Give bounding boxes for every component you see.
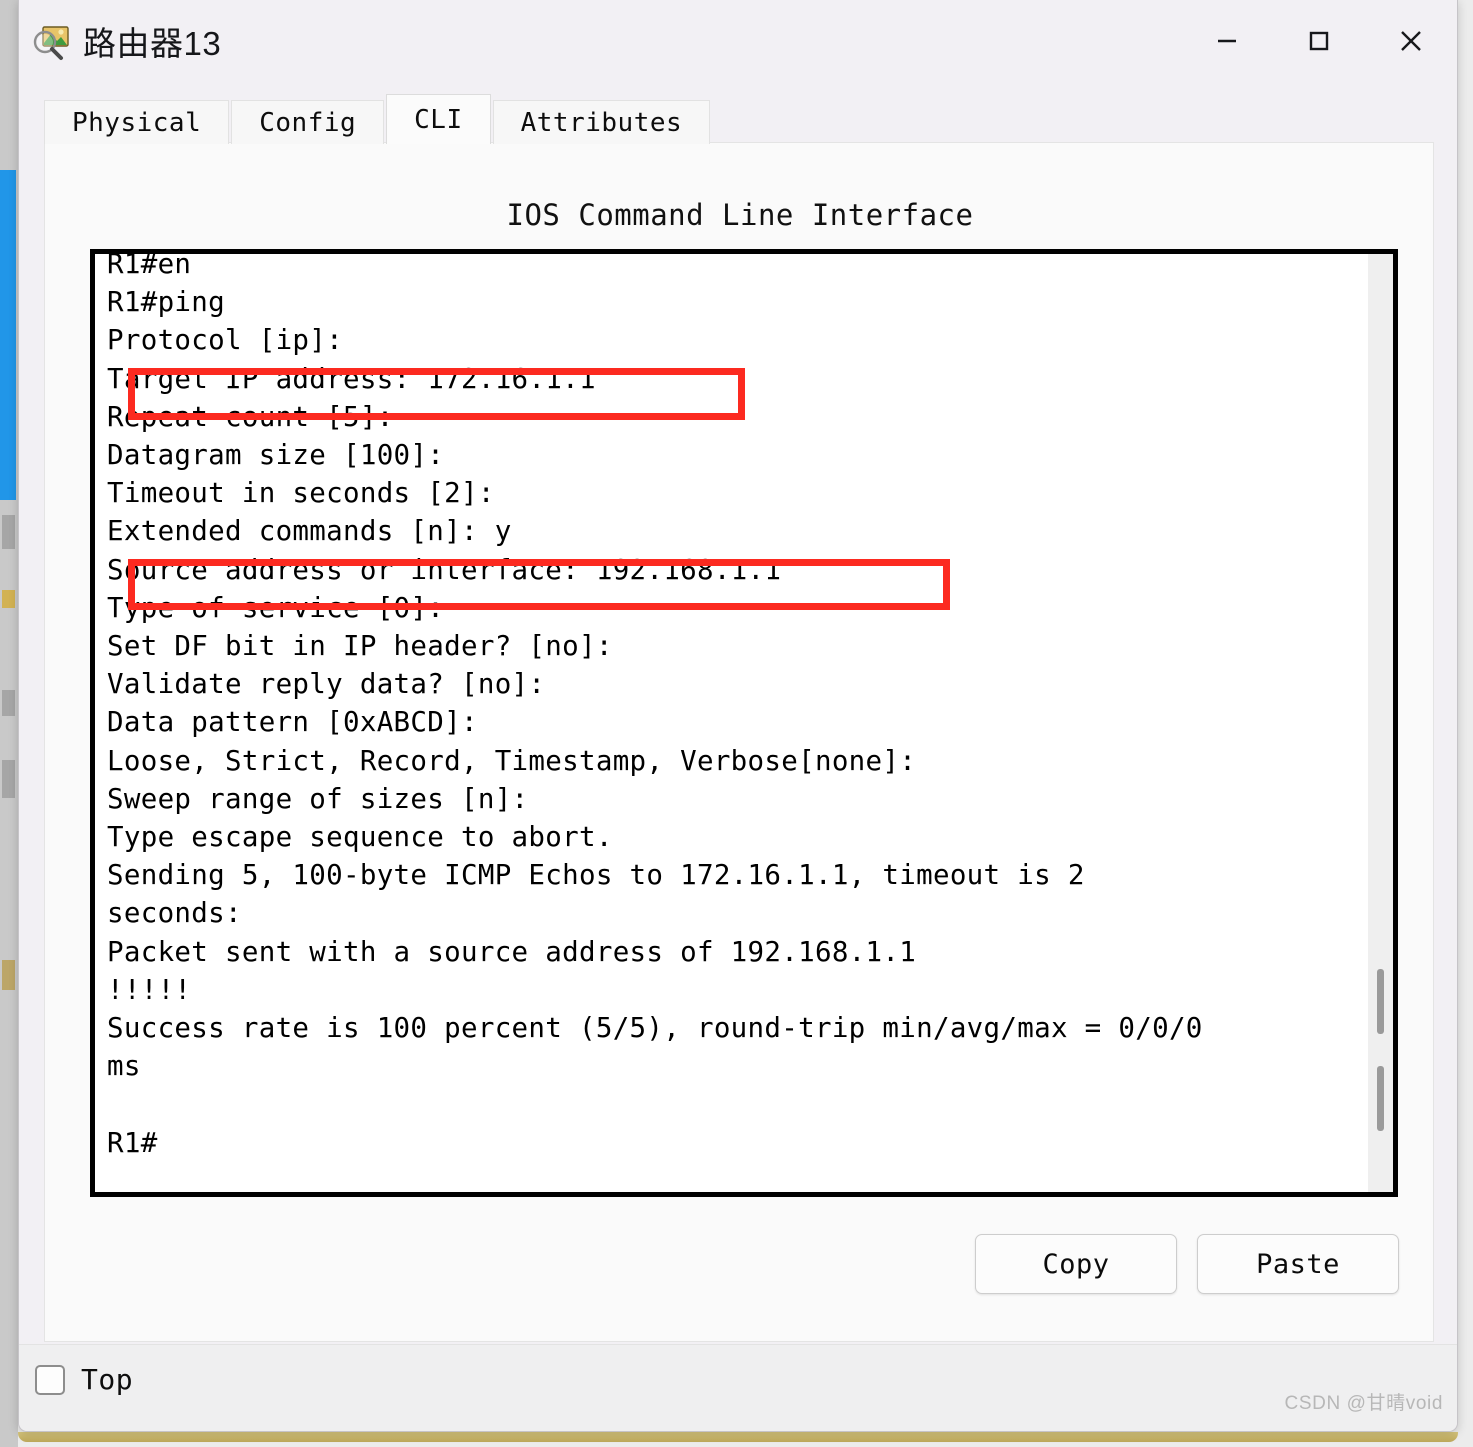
minimize-icon (1218, 39, 1236, 42)
csdn-watermark: CSDN @甘晴void (1284, 1393, 1443, 1414)
router-dialog-window: 路由器13 Physical Config CLI Attributes IOS… (18, 0, 1458, 1432)
close-button[interactable] (1365, 0, 1457, 81)
maximize-button[interactable] (1273, 0, 1365, 81)
inspect-magnifier-icon (31, 21, 71, 61)
maximize-icon (1309, 31, 1329, 50)
background-app-content-c (2, 690, 15, 716)
cli-scrollbar[interactable] (1368, 254, 1393, 1192)
cli-output-text: R1#en R1#ping Protocol [ip]: Target IP a… (107, 249, 1203, 1159)
top-checkbox-label: Top (81, 1363, 134, 1396)
window-bottom-bar: Top CSDN @甘晴void (19, 1344, 1457, 1431)
close-icon (1401, 30, 1421, 51)
minimize-button[interactable] (1181, 0, 1273, 81)
cli-scrollbar-thumb-upper[interactable] (1377, 969, 1384, 1034)
tab-cli[interactable]: CLI (386, 94, 491, 144)
top-checkbox-row[interactable]: Top (35, 1363, 133, 1396)
tab-attributes[interactable]: Attributes (492, 100, 711, 144)
copy-button[interactable]: Copy (975, 1234, 1177, 1294)
paste-button[interactable]: Paste (1197, 1234, 1399, 1294)
cli-tab-panel: IOS Command Line Interface R1#en R1#ping… (44, 142, 1434, 1342)
cli-heading: IOS Command Line Interface (506, 198, 974, 232)
tab-config[interactable]: Config (231, 100, 385, 144)
tabstrip: Physical Config CLI Attributes (44, 94, 712, 144)
window-title: 路由器13 (83, 24, 222, 62)
background-app-blue-panel (0, 170, 16, 500)
top-checkbox[interactable] (35, 1364, 65, 1395)
window-titlebar: 路由器13 (19, 0, 1457, 81)
cli-console[interactable]: R1#en R1#ping Protocol [ip]: Target IP a… (90, 249, 1398, 1197)
tab-physical[interactable]: Physical (44, 100, 230, 144)
window-bottom-bevel (18, 1432, 1458, 1442)
background-app-content-b (2, 590, 15, 608)
background-app-content-a (2, 515, 15, 549)
window-controls (1181, 0, 1457, 81)
background-app-content-e (2, 960, 15, 990)
cli-scrollbar-thumb-lower[interactable] (1377, 1066, 1384, 1131)
background-app-content-d (2, 760, 15, 798)
